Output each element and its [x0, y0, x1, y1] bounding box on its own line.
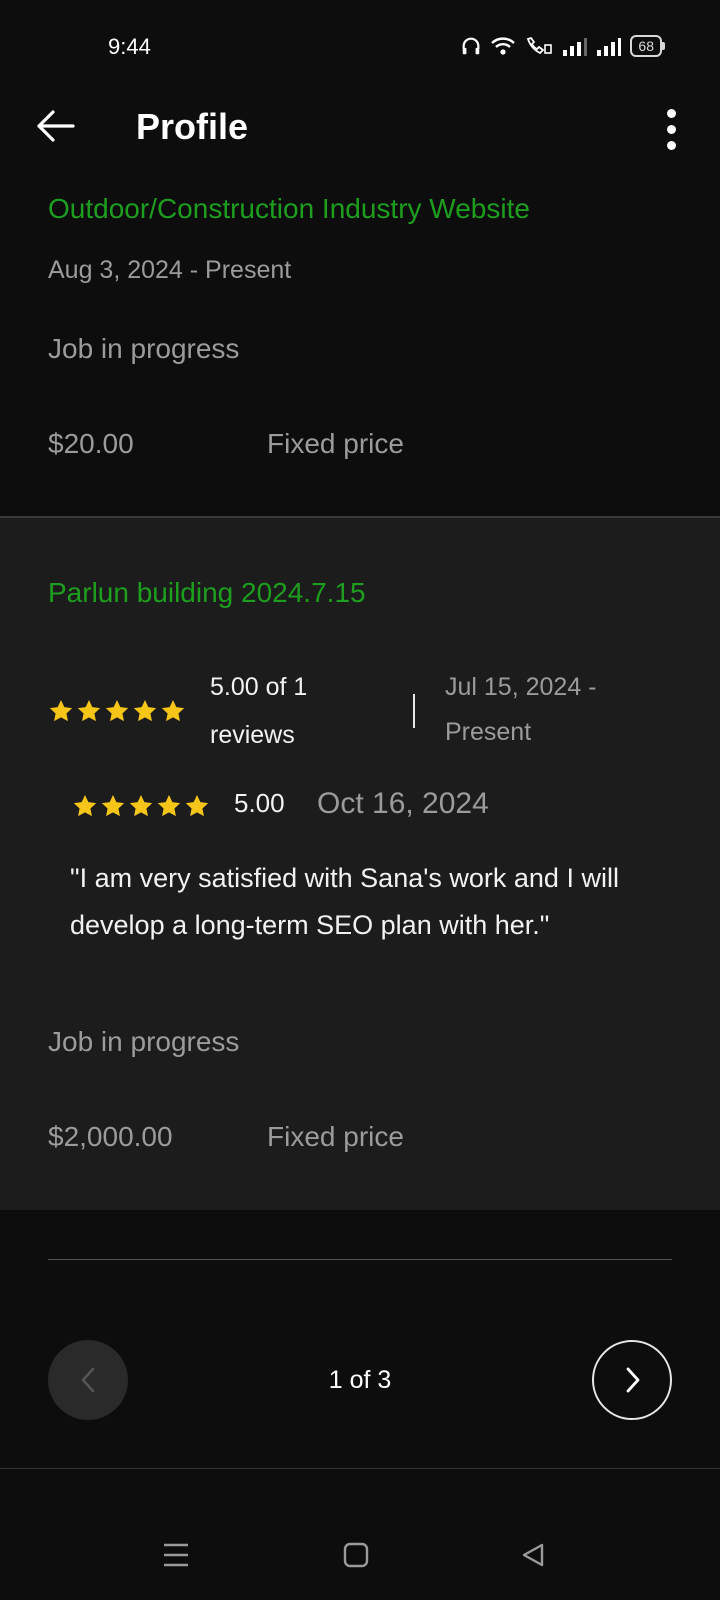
- back-triangle-icon: [522, 1543, 544, 1567]
- status-icons: 68: [460, 34, 665, 58]
- next-page-button[interactable]: [592, 1340, 672, 1420]
- chevron-right-icon: [626, 1367, 640, 1393]
- more-vertical-icon: [666, 108, 676, 118]
- job-title-link[interactable]: Parlun building 2024.7.15: [48, 577, 366, 609]
- home-icon: [343, 1542, 369, 1568]
- recent-apps-button[interactable]: [162, 1542, 190, 1568]
- rating-summary: 5.00 of 1: [210, 673, 308, 701]
- job-amount: $20.00: [48, 428, 134, 459]
- battery-indicator: 68: [630, 35, 665, 57]
- job-dates-present: Present: [445, 718, 532, 746]
- volte-call-icon: [527, 36, 553, 55]
- separator: [413, 694, 415, 728]
- job-status: Job in progress: [48, 1026, 240, 1057]
- rating-summary-reviews: reviews: [210, 721, 295, 749]
- arrow-left-icon: [37, 110, 75, 142]
- rating-stars: [48, 698, 186, 724]
- star-icon: [105, 699, 129, 722]
- page-title: Profile: [136, 106, 249, 147]
- job-amount: $2,000.00: [48, 1121, 173, 1152]
- review-date: Oct 16, 2024: [317, 787, 489, 820]
- wifi-icon: [491, 37, 516, 55]
- more-options-button[interactable]: [650, 104, 692, 154]
- job-price-type: Fixed price: [267, 1121, 404, 1152]
- back-button[interactable]: [30, 104, 80, 148]
- job-status: Job in progress: [48, 333, 240, 364]
- status-time: 9:44: [108, 34, 151, 59]
- system-back-button[interactable]: [520, 1542, 546, 1568]
- home-button[interactable]: [343, 1542, 369, 1568]
- job-dates: Aug 3, 2024 - Present: [48, 256, 292, 284]
- section-divider: [48, 1259, 672, 1260]
- job-dates: Jul 15, 2024 -: [445, 673, 597, 701]
- job-title-link[interactable]: Outdoor/Construction Industry Website: [48, 193, 530, 225]
- review-stars: [72, 793, 210, 819]
- star-icon: [49, 699, 73, 722]
- star-icon: [129, 794, 153, 817]
- job-price-type: Fixed price: [267, 428, 404, 459]
- signal-icon: [563, 38, 588, 56]
- review-score: 5.00: [234, 788, 285, 818]
- star-icon: [73, 794, 97, 817]
- review-text: "I am very satisfied with Sana's work an…: [70, 863, 619, 940]
- star-icon: [161, 699, 185, 722]
- signal-icon: [597, 38, 622, 56]
- nav-divider: [0, 1468, 720, 1469]
- star-icon: [101, 794, 125, 817]
- star-icon: [157, 794, 181, 817]
- recent-apps-icon: [164, 1543, 188, 1567]
- star-icon: [77, 699, 101, 722]
- star-icon: [133, 699, 157, 722]
- headphones-icon: [462, 37, 480, 55]
- star-icon: [185, 794, 209, 817]
